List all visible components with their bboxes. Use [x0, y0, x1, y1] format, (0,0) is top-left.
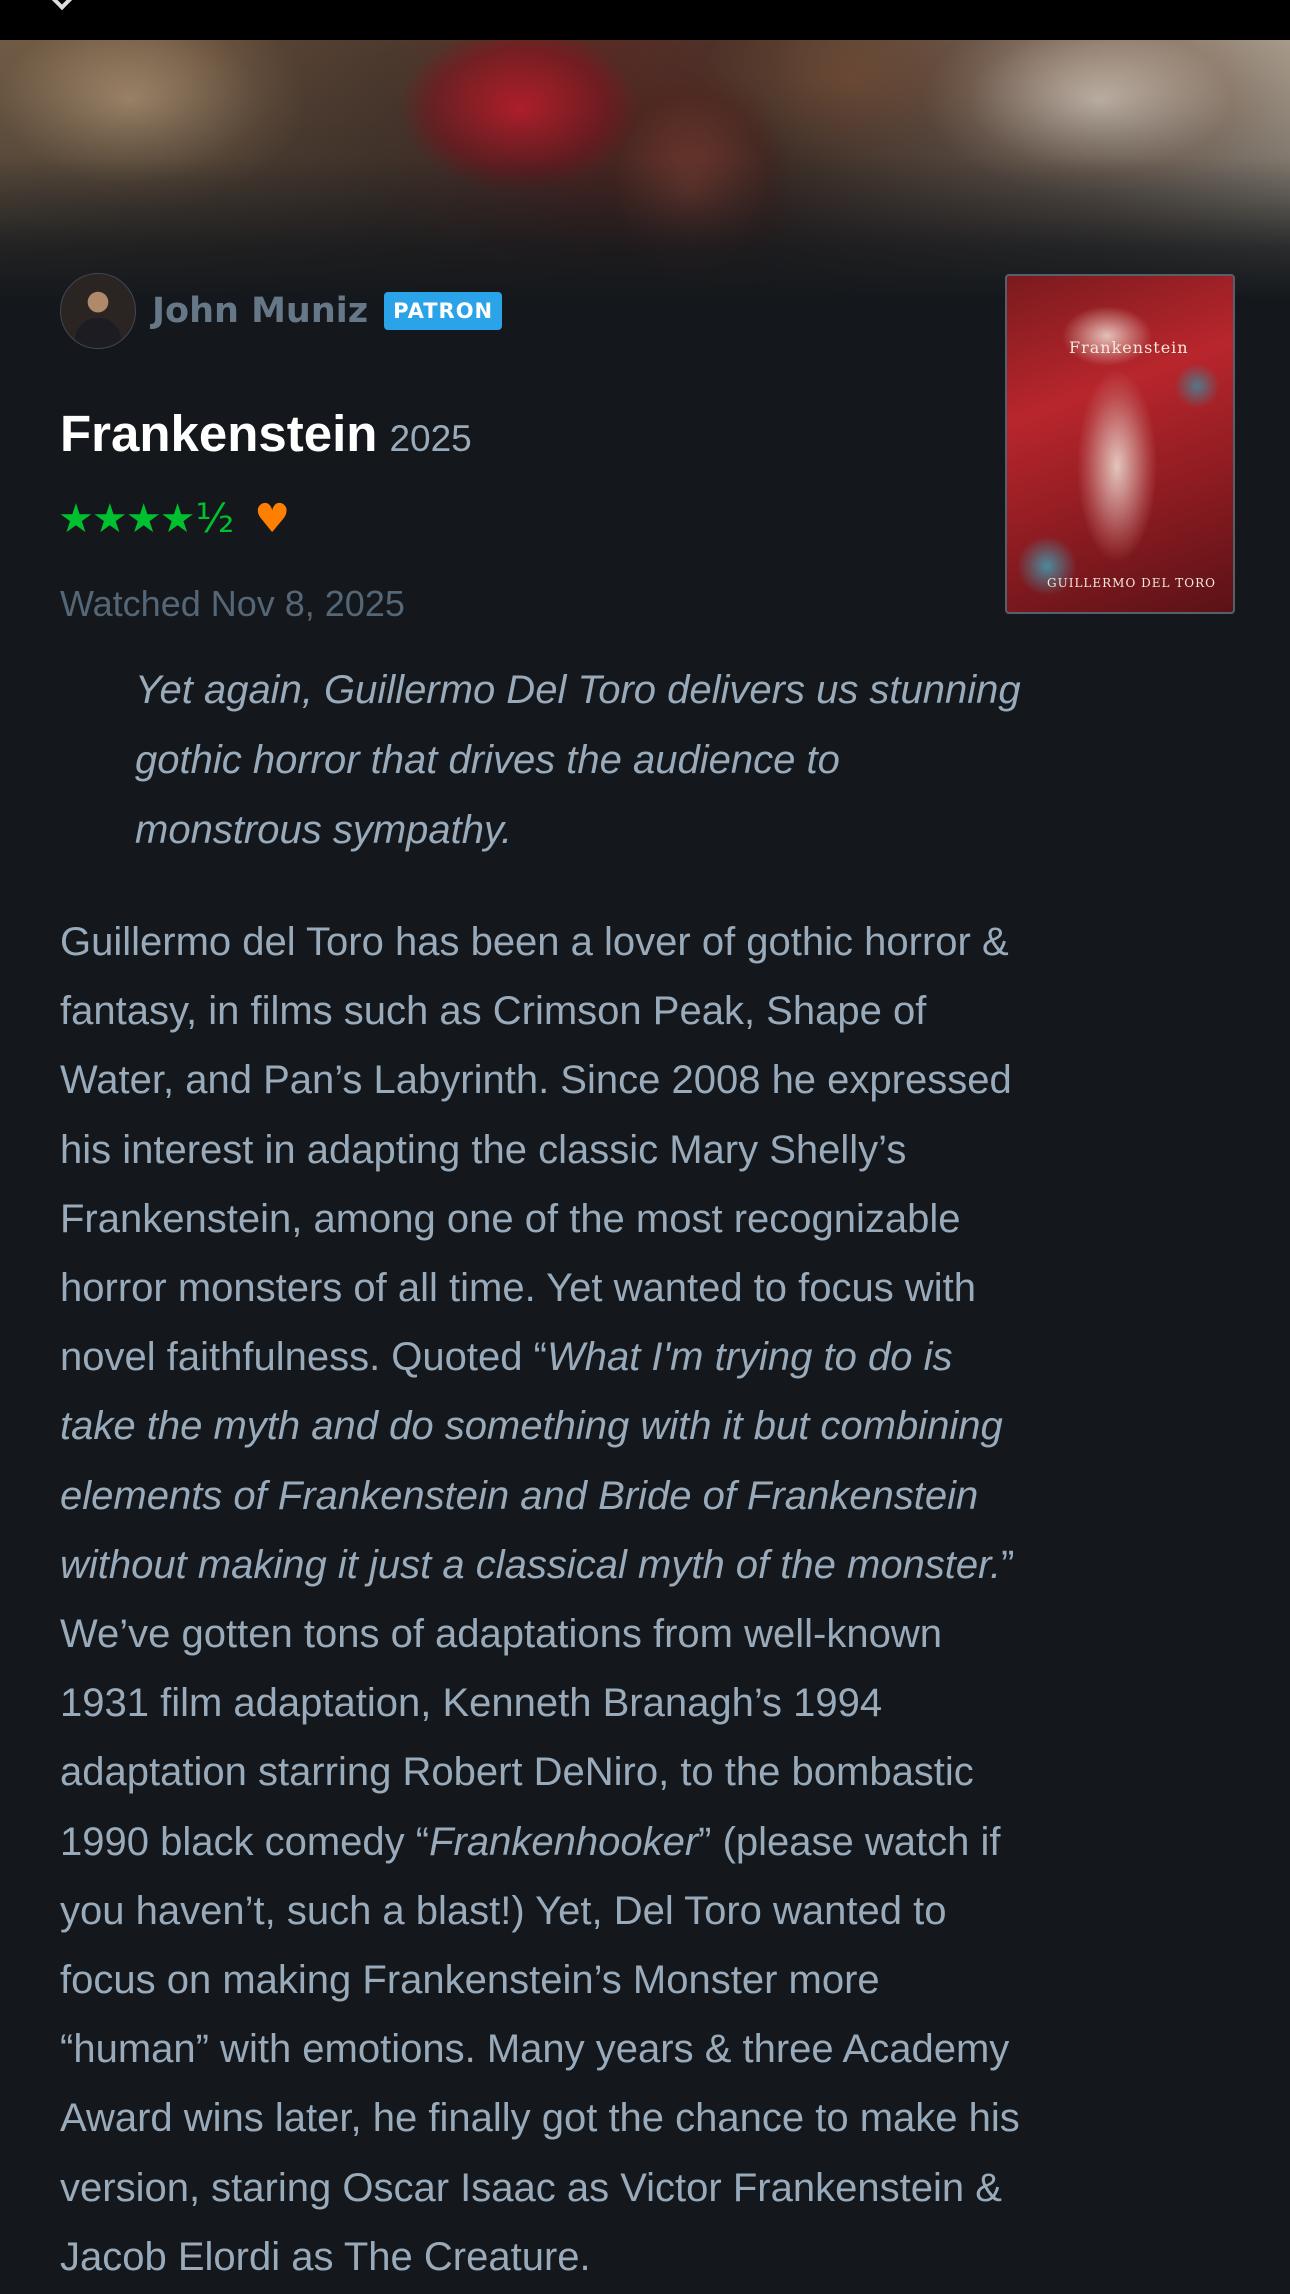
film-reference: Frankenhooker	[429, 1819, 699, 1864]
film-title[interactable]: Frankenstein	[60, 404, 377, 463]
review-line: his interest in adapting the classic Mar…	[60, 1127, 907, 1172]
quoted-text: without making it just a classical myth …	[60, 1542, 1002, 1587]
pull-quote-line: monstrous sympathy.	[135, 808, 513, 852]
review-line: fantasy, in films such as Crimson Peak, …	[60, 989, 927, 1034]
review-line: Frankenstein, among one of the most reco…	[60, 1196, 961, 1241]
review-text: novel faithfulness. Quoted “	[60, 1335, 547, 1380]
review-line: without making it just a classical myth …	[60, 1531, 1235, 1600]
pull-quote-line: Yet again, Guillermo Del Toro delivers u…	[135, 668, 1021, 712]
avatar[interactable]	[60, 273, 136, 349]
poster-director-text: GUILLERMO DEL TORO	[1047, 576, 1216, 590]
backdrop-image	[0, 40, 1290, 300]
review-line: Jacob Elordi as The Creature.	[60, 2234, 591, 2279]
review-line: focus on making Frankenstein’s Monster m…	[60, 1958, 880, 2003]
review-line: version, staring Oscar Isaac as Victor F…	[60, 2165, 1002, 2210]
poster-title-text: Frankenstein	[1069, 338, 1189, 357]
review-text: ”	[1001, 1542, 1015, 1587]
patron-badge: PATRON	[384, 292, 503, 330]
review-line: novel faithfulness. Quoted “What I'm try…	[60, 1323, 1235, 1392]
film-heading: Frankenstein 2025	[60, 404, 472, 463]
star-rating-icon: ★★★★	[58, 496, 195, 542]
rating-row: ★★★★ ½ ♥	[58, 494, 290, 544]
review-line: 1990 black comedy “Frankenhooker” (pleas…	[60, 1808, 1235, 1877]
back-chevron-icon[interactable]	[47, 0, 77, 11]
review-body: Guillermo del Toro has been a lover of g…	[60, 908, 1235, 2292]
status-bar	[0, 0, 1290, 40]
review-text: 1990 black comedy “	[60, 1819, 430, 1864]
review-line: elements of Frankenstein and Bride of Fr…	[60, 1462, 1235, 1531]
pull-quote-line: gothic horror that drives the audience t…	[135, 738, 840, 782]
review-line: horror monsters of all time. Yet wanted …	[60, 1266, 976, 1311]
film-poster[interactable]: Frankenstein GUILLERMO DEL TORO	[1005, 274, 1235, 614]
review-line: adaptation starring Robert DeNiro, to th…	[60, 1750, 974, 1795]
liked-heart-icon: ♥	[254, 496, 291, 542]
half-star-icon: ½	[195, 496, 235, 542]
quoted-text: What I'm trying to do is	[546, 1335, 953, 1380]
watched-date: Watched Nov 8, 2025	[60, 583, 405, 624]
author-name[interactable]: John Muniz	[152, 291, 368, 331]
review-line: Water, and Pan’s Labyrinth. Since 2008 h…	[60, 1058, 1012, 1103]
review-text: ” (please watch if	[698, 1819, 1001, 1864]
pull-quote: Yet again, Guillermo Del Toro delivers u…	[135, 655, 1215, 865]
review-line: Award wins later, he finally got the cha…	[60, 2096, 1020, 2141]
review-line: you haven’t, such a blast!) Yet, Del Tor…	[60, 1888, 947, 1933]
review-author[interactable]: John Muniz PATRON	[60, 273, 503, 349]
review-line: We’ve gotten tons of adaptations from we…	[60, 1612, 942, 1657]
review-line: Guillermo del Toro has been a lover of g…	[60, 920, 1009, 964]
review-line: “human” with emotions. Many years & thre…	[60, 2027, 1010, 2072]
film-year[interactable]: 2025	[389, 418, 471, 460]
quoted-text: elements of Frankenstein and Bride of Fr…	[60, 1473, 979, 1518]
review-line: 1931 film adaptation, Kenneth Branagh’s …	[60, 1681, 883, 1726]
quoted-text: take the myth and do something with it b…	[60, 1404, 1003, 1449]
review-line: take the myth and do something with it b…	[60, 1392, 1235, 1461]
